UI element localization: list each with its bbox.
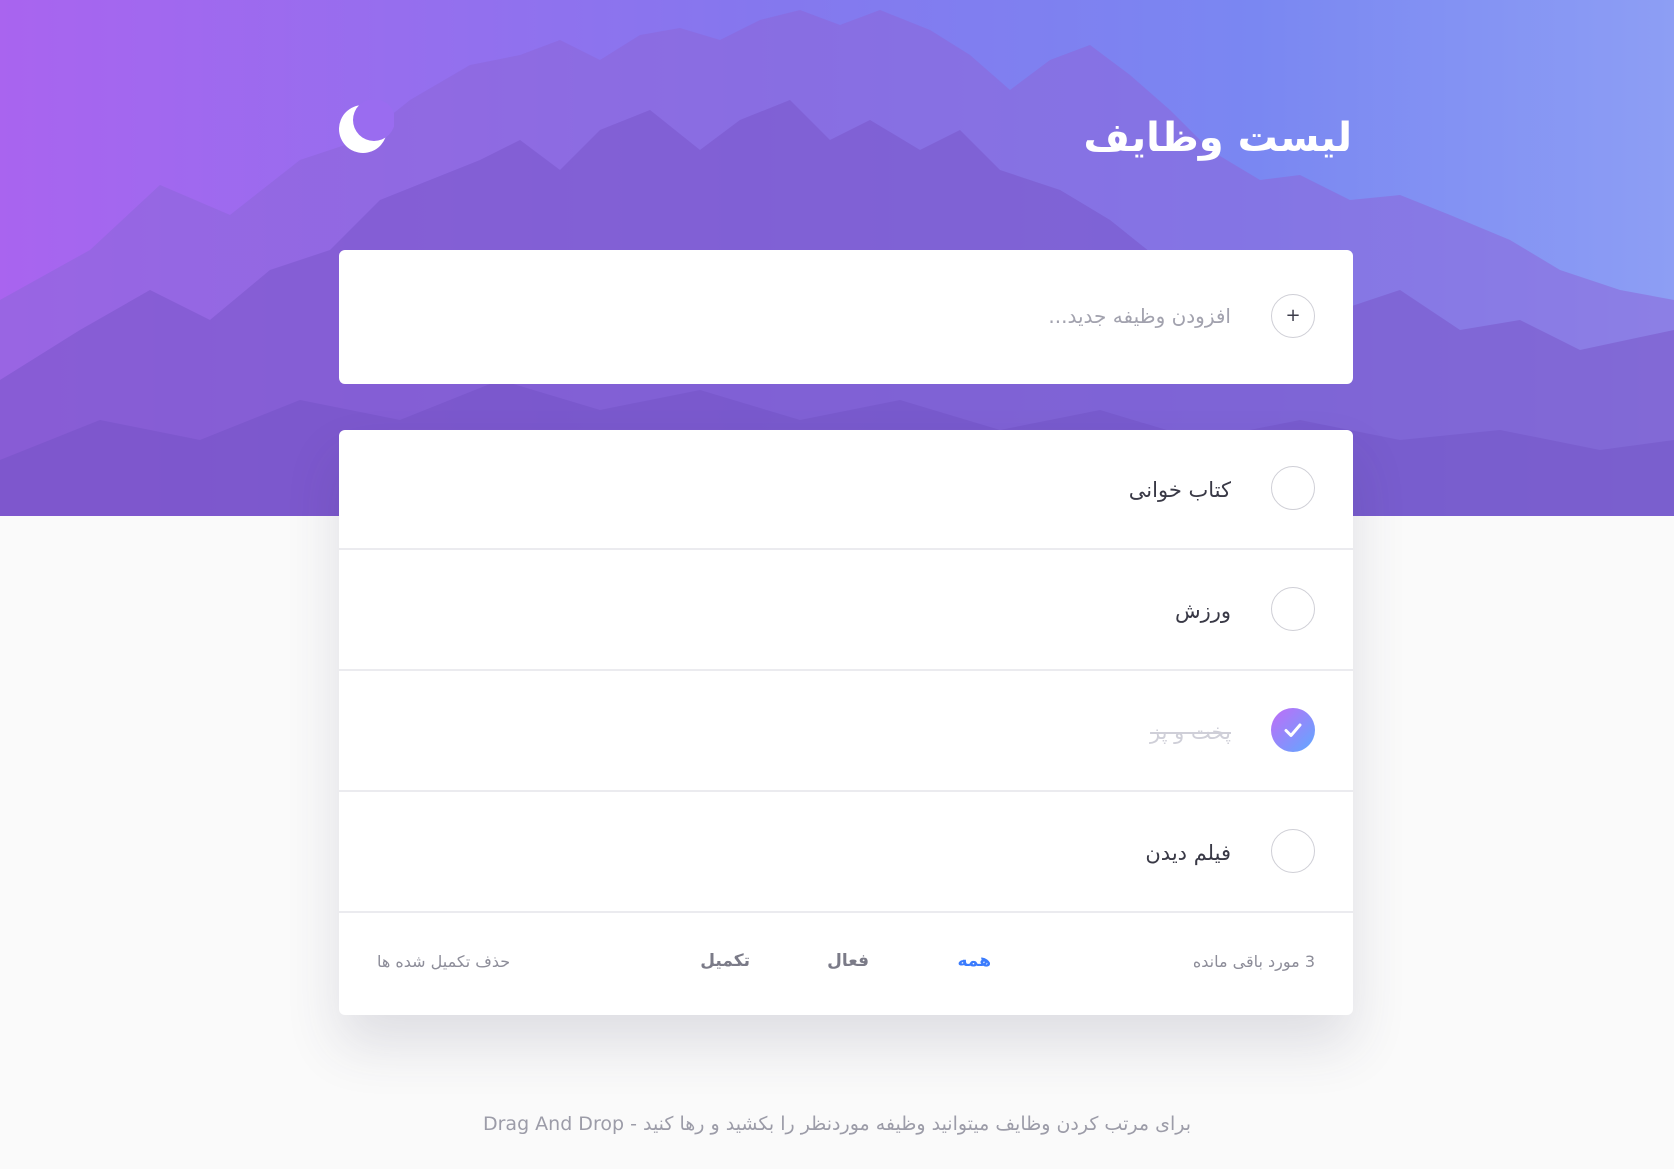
filter-active-tab[interactable]: فعال <box>827 951 869 971</box>
plus-icon: + <box>1285 305 1301 326</box>
todo-checkbox[interactable] <box>1271 587 1315 631</box>
todo-text: کتاب خوانی <box>1128 478 1231 502</box>
todo-checkbox[interactable] <box>1271 466 1315 510</box>
page-title: لیست وظایف <box>1083 115 1352 161</box>
todo-checkbox[interactable] <box>1271 829 1315 873</box>
todo-list-card: کتاب خوانی ورزش پخت و پز فیلم دیدن 3 مور… <box>339 430 1353 1015</box>
filter-completed-tab[interactable]: تکمیل <box>700 951 750 971</box>
check-icon <box>1284 723 1302 737</box>
drag-drop-hint: برای مرتب کردن وظایف میتوانید وظیفه مورد… <box>482 1113 1191 1135</box>
todo-text: پخت و پز <box>1150 720 1231 744</box>
todo-checkbox-checked[interactable] <box>1271 708 1315 752</box>
add-todo-button[interactable]: + <box>1271 294 1315 338</box>
todo-item[interactable]: ورزش <box>339 551 1353 671</box>
todo-item-completed[interactable]: پخت و پز <box>339 672 1353 792</box>
todo-text: فیلم دیدن <box>1145 841 1231 865</box>
theme-toggle-button[interactable] <box>336 99 395 158</box>
clear-completed-button[interactable]: حذف تکمیل شده ها <box>377 952 510 971</box>
todo-item[interactable]: کتاب خوانی <box>339 430 1353 550</box>
new-todo-card: + <box>339 250 1353 384</box>
todo-footer: 3 مورد باقی مانده همه فعال تکمیل حذف تکم… <box>339 914 1353 1014</box>
items-left-count: 3 مورد باقی مانده <box>1192 952 1315 971</box>
new-todo-input[interactable] <box>591 288 1231 344</box>
moon-icon <box>339 99 395 153</box>
todo-item[interactable]: فیلم دیدن <box>339 793 1353 913</box>
todo-text: ورزش <box>1174 599 1231 623</box>
filter-all-tab[interactable]: همه <box>958 951 992 971</box>
